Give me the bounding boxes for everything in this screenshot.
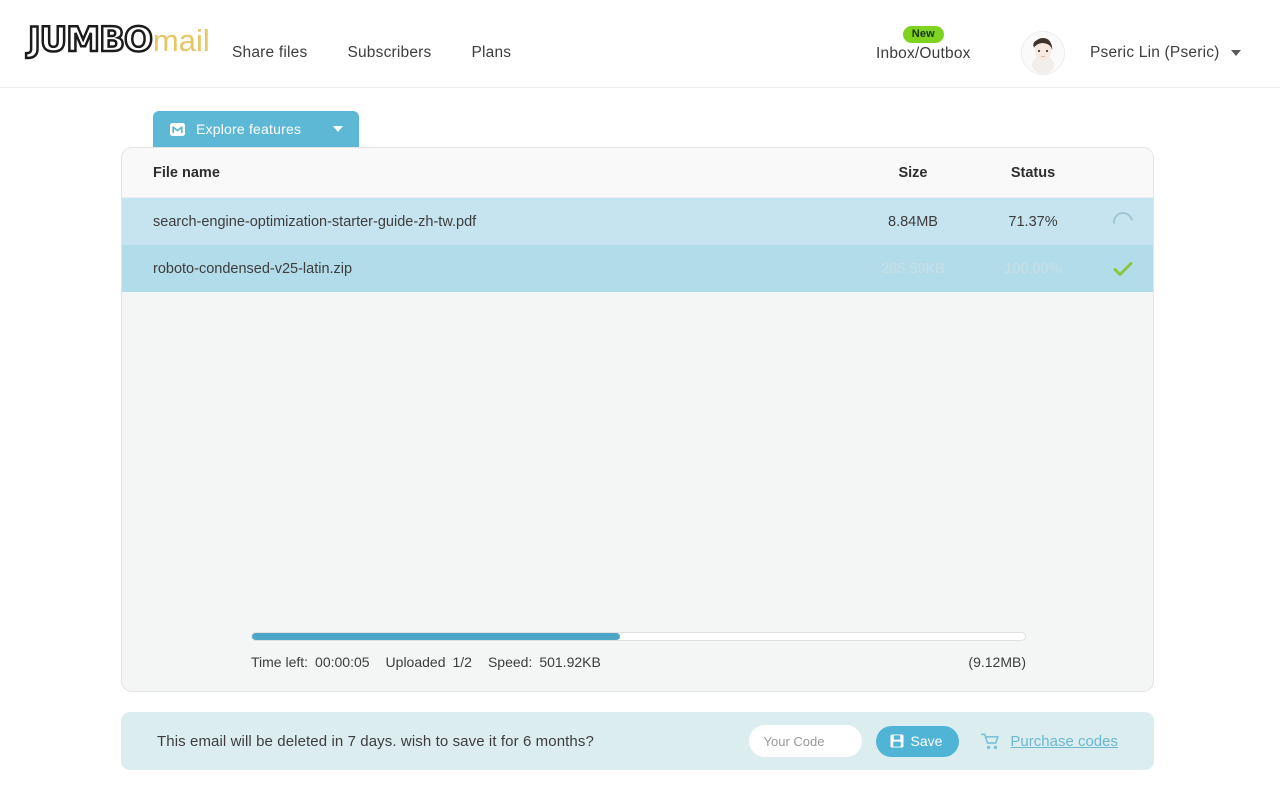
purchase-codes-link[interactable]: Purchase codes	[1010, 733, 1118, 750]
speed-label: Speed:	[487, 654, 533, 670]
upload-progress-area: Time left: 00:00:05 Uploaded 1/2 Speed: 501…	[251, 632, 1026, 670]
shopping-cart-icon	[981, 733, 1000, 749]
logo-text-jumbo: JUMBO	[27, 20, 154, 60]
user-avatar-photo	[1022, 32, 1064, 74]
explore-features-label: Explore features	[196, 121, 302, 137]
save-disk-icon	[890, 734, 903, 748]
uploaded-stat: Uploaded 1/2	[386, 654, 472, 670]
caret-down-icon	[1230, 50, 1241, 56]
progress-bar-track	[251, 632, 1026, 641]
retention-banner: This email will be deleted in 7 days. wi…	[121, 712, 1154, 770]
top-navigation-bar: JUMBO mail Share files Subscribers Plans…	[0, 0, 1280, 88]
nav-link-subscribers[interactable]: Subscribers	[347, 44, 431, 62]
column-header-status: Status	[1010, 164, 1056, 181]
column-header-size: Size	[898, 164, 928, 181]
brand-logo[interactable]: JUMBO mail	[27, 20, 210, 60]
new-badge: New	[902, 26, 944, 43]
primary-nav: Share files Subscribers Plans	[232, 44, 511, 62]
file-name-cell: roboto-condensed-v25-latin.zip	[153, 260, 353, 277]
save-button[interactable]: Save	[875, 725, 960, 757]
save-button-label: Save	[910, 733, 943, 749]
file-size-cell: 8.84MB	[888, 213, 938, 230]
user-name-label: Pseric Lin (Pseric)	[1090, 44, 1220, 61]
upload-progress-meta: Time left: 00:00:05 Uploaded 1/2 Speed: 501…	[251, 654, 1026, 670]
file-name-cell: search-engine-optimization-starter-guide…	[153, 213, 477, 230]
nav-link-plans[interactable]: Plans	[471, 44, 511, 62]
total-size-label: (9.12MB)	[968, 654, 1026, 670]
explore-features-button[interactable]: Explore features	[153, 111, 359, 147]
file-status-cell: 100.00%	[1004, 260, 1062, 277]
nav-link-share-files[interactable]: Share files	[232, 44, 307, 62]
mail-box-icon	[170, 122, 185, 136]
inbox-outbox-label: Inbox/Outbox	[876, 45, 971, 62]
file-table-header: File name Size Status	[122, 148, 1153, 198]
file-size-cell: 285.59KB	[881, 260, 945, 277]
column-header-file-name: File name	[153, 164, 220, 181]
time-left-value: 00:00:05	[315, 654, 370, 670]
progress-bar-fill	[252, 633, 620, 640]
chevron-down-icon	[333, 126, 343, 132]
uploaded-value: 1/2	[452, 654, 472, 670]
nav-link-inbox-outbox[interactable]: New Inbox/Outbox	[876, 24, 971, 63]
table-row[interactable]: search-engine-optimization-starter-guide…	[122, 198, 1153, 245]
file-state-icon-cell	[1093, 261, 1153, 277]
code-input[interactable]	[748, 725, 862, 757]
avatar[interactable]	[1021, 31, 1065, 75]
file-upload-panel: File name Size Status search-engine-opti…	[121, 147, 1154, 692]
retention-message: This email will be deleted in 7 days. wi…	[157, 732, 594, 750]
user-menu[interactable]: Pseric Lin (Pseric)	[1090, 44, 1241, 62]
speed-value: 501.92KB	[539, 654, 601, 670]
file-status-cell: 71.37%	[1008, 213, 1058, 230]
uploaded-label: Uploaded	[385, 654, 446, 670]
table-row[interactable]: roboto-condensed-v25-latin.zip 285.59KB …	[122, 245, 1153, 292]
time-left-stat: Time left: 00:00:05	[251, 654, 370, 670]
file-state-icon-cell	[1093, 207, 1153, 236]
check-icon	[1113, 261, 1133, 276]
logo-text-mail: mail	[152, 23, 210, 58]
purchase-codes-group[interactable]: Purchase codes	[981, 733, 1118, 750]
time-left-label: Time left:	[251, 654, 309, 670]
spinner-icon	[1109, 207, 1137, 236]
speed-stat: Speed: 501.92KB	[488, 654, 601, 670]
